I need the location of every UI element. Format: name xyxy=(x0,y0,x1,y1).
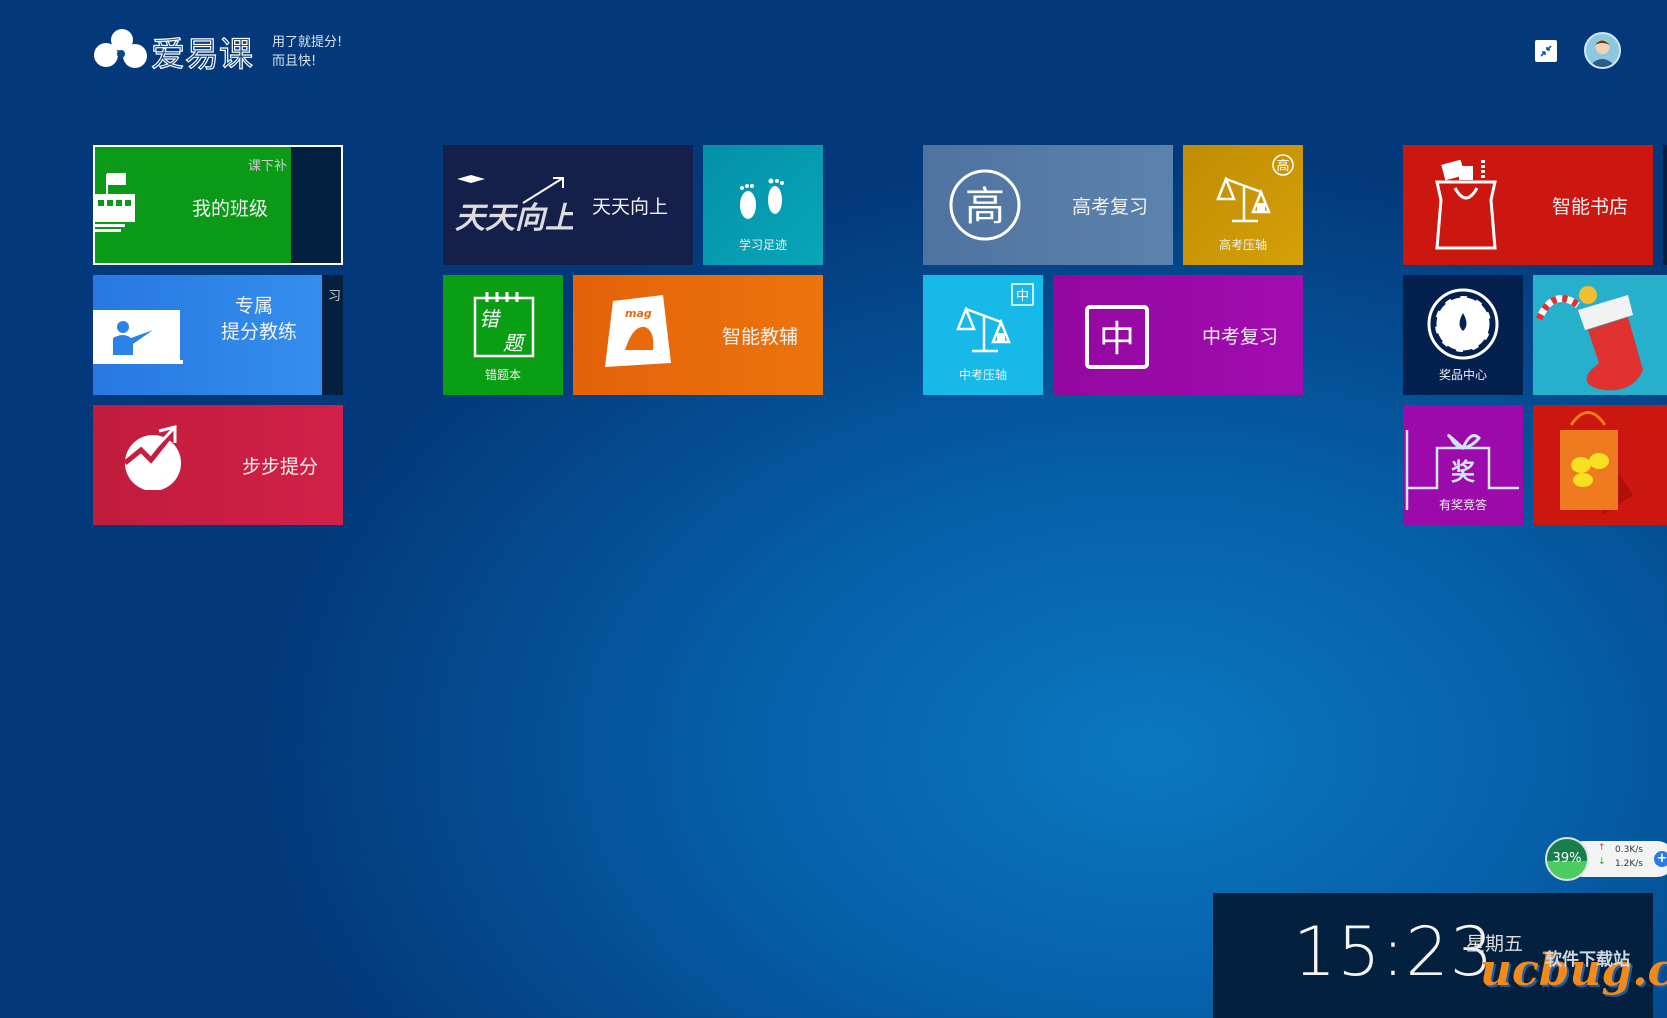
svg-text:错: 错 xyxy=(479,307,502,331)
watermark-sub: 软件下载站 xyxy=(1545,950,1630,970)
tile-christmas-stocking[interactable] xyxy=(1533,275,1667,395)
svg-text:mag: mag xyxy=(625,307,652,320)
tile-side-text: 课下补 xyxy=(247,159,287,174)
tile-label: 高考复习 xyxy=(1072,196,1149,218)
slogan-line1: 用了就提分! xyxy=(272,35,343,50)
svg-text:中: 中 xyxy=(1099,319,1135,360)
footprints-icon xyxy=(740,178,784,219)
slogan: 用了就提分! 而且快! xyxy=(272,33,342,71)
scale-icon xyxy=(1216,177,1271,223)
tile-side-text: 习 xyxy=(327,289,341,304)
tile-label: 智能教辅 xyxy=(722,326,799,348)
plus-icon[interactable]: + xyxy=(1654,851,1667,867)
teacher-icon xyxy=(93,310,183,364)
memory-percent: 39% xyxy=(1545,837,1589,881)
tile-label: 高考压轴 xyxy=(1218,238,1267,252)
tile-label: 错题本 xyxy=(484,368,521,382)
tile-bookstore[interactable]: 智能书店 xyxy=(1403,145,1653,265)
svg-text:题: 题 xyxy=(503,331,527,355)
growth-chart-icon xyxy=(123,425,181,490)
shopping-bag-icon xyxy=(1435,160,1497,250)
svg-text:奖: 奖 xyxy=(1451,458,1476,486)
zhong-badge-icon: 中 xyxy=(1011,283,1034,306)
tile-label-line1: 专属 xyxy=(235,295,274,317)
tile-label: 步步提分 xyxy=(242,456,319,478)
tile-gold-bag[interactable] xyxy=(1533,405,1667,525)
tile-offscreen[interactable] xyxy=(1663,145,1667,265)
tile-label: 智能书店 xyxy=(1552,196,1629,218)
prize-wheel-icon xyxy=(1427,288,1499,360)
tile-label: 有奖竞答 xyxy=(1438,498,1487,512)
tile-label: 中考复习 xyxy=(1202,326,1279,348)
scale-icon xyxy=(956,307,1011,353)
download-speed: 1.2K/s xyxy=(1615,859,1643,869)
tile-gaokao-review[interactable]: 高 高考复习 xyxy=(923,145,1173,265)
tile-smart-tutor[interactable]: mag 智能教辅 xyxy=(573,275,823,395)
tile-label: 我的班级 xyxy=(192,198,269,220)
brand-logo: 爱易课 xyxy=(93,28,254,78)
tile-label: 天天向上 xyxy=(592,196,669,218)
gao-circle-icon: 高 xyxy=(949,169,1021,241)
svg-text:高: 高 xyxy=(1276,158,1289,174)
tile-ttxs[interactable]: 天天向上 天天向上 xyxy=(443,145,693,265)
gold-bag-icon xyxy=(1560,411,1633,515)
upload-speed: 0.3K/s xyxy=(1615,845,1643,855)
tile-coach[interactable]: 习 专属 提分教练 xyxy=(93,275,343,395)
tile-gaokao-axis[interactable]: 高 高考压轴 xyxy=(1183,145,1303,265)
clock-time: 15:23 xyxy=(1293,913,1494,992)
tile-prize-quiz[interactable]: 奖 有奖竞答 xyxy=(1403,405,1523,525)
shrink-icon xyxy=(1540,45,1552,57)
notebook-icon: 错题 xyxy=(473,292,535,358)
tile-label: 学习足迹 xyxy=(738,238,787,252)
shrink-window-button[interactable] xyxy=(1535,40,1557,62)
tile-label: 奖品中心 xyxy=(1438,368,1487,382)
magazine-icon: mag xyxy=(605,295,671,367)
tile-footprint[interactable]: 学习足迹 xyxy=(703,145,823,265)
ttxs-logo-icon: 天天向上 xyxy=(455,175,573,236)
stocking-icon xyxy=(1535,286,1643,391)
user-avatar[interactable] xyxy=(1584,32,1621,69)
tile-label: 中考压轴 xyxy=(958,368,1007,382)
brand-name: 爱易课 xyxy=(151,35,253,75)
download-arrow-icon: ↓ xyxy=(1598,857,1606,867)
gao-badge-icon: 高 xyxy=(1272,154,1294,176)
slogan-line2: 而且快! xyxy=(272,54,317,69)
svg-text:中: 中 xyxy=(1016,289,1029,304)
school-icon xyxy=(95,173,135,232)
tile-prize-center[interactable]: 奖品中心 xyxy=(1403,275,1523,395)
tile-mistakes[interactable]: 错题 错题本 xyxy=(443,275,563,395)
tile-my-class[interactable]: 课下补 我的班级 xyxy=(93,145,343,265)
tile-label-line2: 提分教练 xyxy=(221,321,298,343)
svg-text:天天向上: 天天向上 xyxy=(455,201,573,236)
tile-zhongkao-axis[interactable]: 中 中考压轴 xyxy=(923,275,1043,395)
avatar-icon xyxy=(1589,40,1616,67)
tile-zhongkao-review[interactable]: 中 中考复习 xyxy=(1053,275,1303,395)
zhong-square-icon: 中 xyxy=(1085,305,1149,369)
tile-step-by-step[interactable]: 步步提分 xyxy=(93,405,343,525)
svg-text:高: 高 xyxy=(965,184,1005,230)
cloud-logo-icon: 爱易课 xyxy=(94,29,254,76)
network-monitor-widget[interactable]: 39% ↑ ↓ 0.3K/s 1.2K/s + xyxy=(1545,837,1667,881)
upload-arrow-icon: ↑ xyxy=(1598,843,1606,853)
